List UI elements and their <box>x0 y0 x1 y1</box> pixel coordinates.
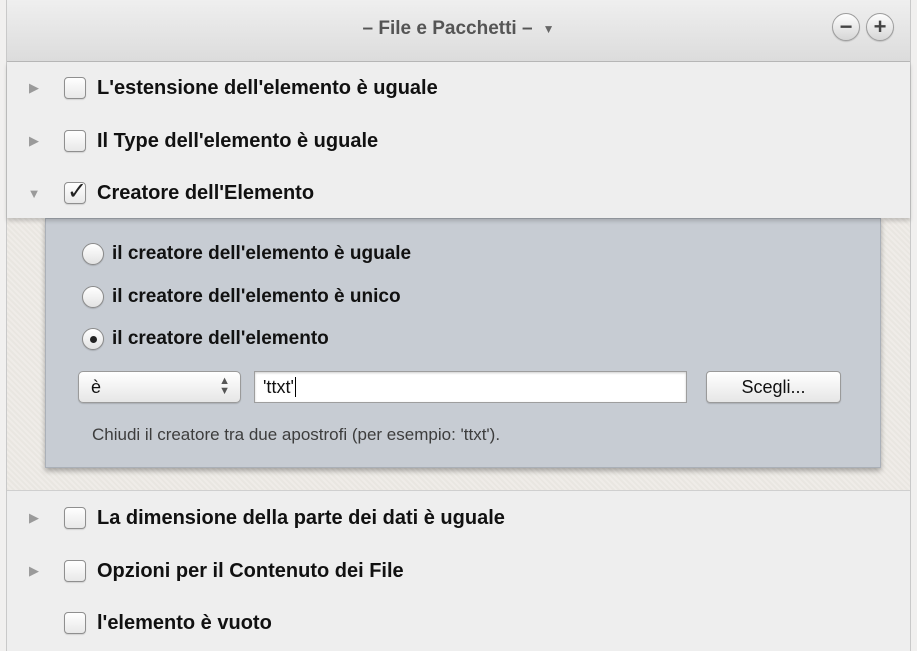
criterion-label: Il Type dell'elemento è uguale <box>97 129 379 152</box>
criteria-list-bottom: ▶ La dimensione della parte dei dati è u… <box>7 490 910 651</box>
creator-options-panel: il creatore dell'elemento è uguale il cr… <box>45 218 881 468</box>
criterion-row-content-options: ▶ Opzioni per il Contenuto dei File <box>7 548 910 594</box>
plus-icon: + <box>873 14 887 39</box>
radio-button[interactable] <box>82 286 104 308</box>
criterion-row-extension: ▶ L'estensione dell'elemento è uguale <box>7 65 910 111</box>
disclosure-triangle-right-icon[interactable]: ▶ <box>27 510 41 525</box>
radio-label: il creatore dell'elemento è unico <box>112 286 401 307</box>
extension-checkbox[interactable] <box>64 77 86 99</box>
disclosure-triangle-down-icon[interactable]: ▼ <box>27 186 41 201</box>
criterion-row-empty: l'elemento è vuoto <box>7 600 910 646</box>
radio-creator-unique[interactable]: il creatore dell'elemento è unico <box>82 282 401 312</box>
disclosure-triangle-right-icon[interactable]: ▶ <box>27 563 41 578</box>
radio-creator-equal[interactable]: il creatore dell'elemento è uguale <box>82 239 411 269</box>
content-options-checkbox[interactable] <box>64 560 86 582</box>
criterion-label: Creatore dell'Elemento <box>97 181 315 204</box>
criterion-row-creator: ▼ Creatore dell'Elemento <box>7 170 910 216</box>
criterion-row-data-size: ▶ La dimensione della parte dei dati è u… <box>7 495 910 541</box>
radio-label: il creatore dell'elemento <box>112 328 329 349</box>
stepper-arrows-icon: ▲ ▼ <box>219 375 230 397</box>
data-size-checkbox[interactable] <box>64 507 86 529</box>
criterion-label: La dimensione della parte dei dati è ugu… <box>97 506 505 529</box>
text-caret <box>294 377 296 397</box>
operator-popup[interactable]: è ▲ ▼ <box>78 371 241 403</box>
creator-checkbox[interactable] <box>64 177 87 205</box>
radio-button[interactable] <box>82 328 104 350</box>
section-header[interactable]: – File e Pacchetti – ▼ − + <box>7 0 910 62</box>
rules-panel: – File e Pacchetti – ▼ − + ▶ L'estension… <box>6 0 911 651</box>
remove-section-button[interactable]: − <box>832 13 860 41</box>
choose-button[interactable]: Scegli... <box>706 371 841 403</box>
creator-code-input[interactable]: 'ttxt' <box>254 371 687 403</box>
criteria-list-top: ▶ L'estensione dell'elemento è uguale ▶ … <box>7 62 910 218</box>
operator-value: è <box>91 376 102 397</box>
disclosure-triangle-right-icon[interactable]: ▶ <box>27 133 41 148</box>
hint-text: Chiudi il creatore tra due apostrofi (pe… <box>92 425 501 444</box>
criterion-label: Opzioni per il Contenuto dei File <box>97 559 404 582</box>
radio-label: il creatore dell'elemento è uguale <box>112 243 412 264</box>
disclosure-triangle-right-icon[interactable]: ▶ <box>27 80 41 95</box>
chevron-down-icon: ▼ <box>542 22 555 36</box>
section-title-popup[interactable]: – File e Pacchetti – ▼ <box>7 18 910 40</box>
add-section-button[interactable]: + <box>866 13 894 41</box>
minus-icon: − <box>839 14 853 39</box>
section-title: – File e Pacchetti – <box>362 18 533 39</box>
type-checkbox[interactable] <box>64 130 86 152</box>
empty-checkbox[interactable] <box>64 612 86 634</box>
criterion-label: L'estensione dell'elemento è uguale <box>97 76 438 99</box>
radio-creator-custom[interactable]: il creatore dell'elemento <box>82 324 329 354</box>
criterion-row-type: ▶ Il Type dell'elemento è uguale <box>7 118 910 164</box>
creator-code-value: 'ttxt' <box>263 376 294 397</box>
radio-button[interactable] <box>82 243 104 265</box>
criterion-label: l'elemento è vuoto <box>97 611 272 634</box>
